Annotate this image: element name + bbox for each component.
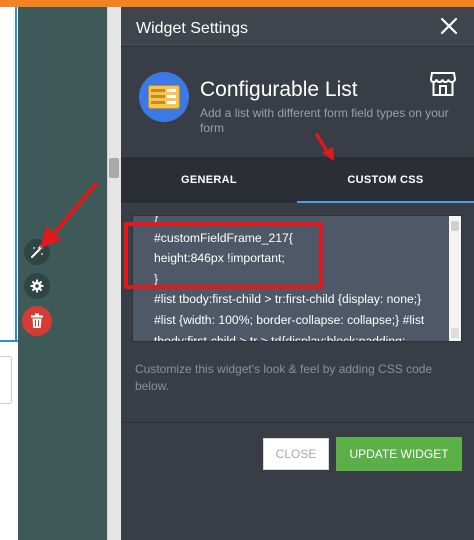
tab-custom-css[interactable]: CUSTOM CSS <box>297 157 474 203</box>
css-line: height:846px !important; <box>154 251 285 265</box>
css-line: #list tbody:first-child > tr:first-child… <box>154 292 422 306</box>
magic-wand-icon <box>31 245 43 258</box>
widget-wizard-button[interactable] <box>24 239 50 265</box>
update-widget-button[interactable]: UPDATE WIDGET <box>336 437 462 471</box>
css-line: tbody:first-child > tr > td{display:bloc… <box>154 334 406 342</box>
widget-name: Configurable List <box>200 78 358 101</box>
delete-widget-button[interactable] <box>22 306 52 336</box>
custom-css-textarea[interactable]: } #customFieldFrame_217{ height:846px !i… <box>132 215 462 342</box>
css-line: #list {width: 100%; border-collapse: col… <box>154 313 425 327</box>
form-field-edge[interactable] <box>0 356 12 404</box>
panel-header: Widget Settings <box>121 7 474 47</box>
selected-field-outline-bottom <box>0 340 18 342</box>
widget-avatar <box>139 72 189 122</box>
page-scrollbar[interactable] <box>107 7 121 540</box>
tab-general[interactable]: GENERAL <box>121 157 297 203</box>
close-button[interactable]: CLOSE <box>263 438 329 470</box>
css-line: #customFieldFrame_217{ <box>154 231 293 245</box>
page-scrollbar-thumb[interactable] <box>109 158 119 178</box>
editor-scrollbar[interactable] <box>449 216 461 341</box>
top-accent-bar <box>0 0 474 7</box>
selected-field-outline <box>15 7 17 340</box>
settings-tabs: GENERAL CUSTOM CSS <box>121 157 474 203</box>
widget-description: Add a list with different form field typ… <box>200 106 449 135</box>
footer-divider <box>121 422 474 423</box>
editor-resize-handle[interactable] <box>451 328 459 338</box>
css-line: } <box>154 272 159 286</box>
editor-scrollbar-thumb[interactable] <box>451 221 459 231</box>
store-icon[interactable] <box>430 70 456 98</box>
css-help-text: Customize this widget's look & feel by a… <box>135 362 433 393</box>
widget-settings-button[interactable] <box>24 273 50 299</box>
active-tab-indicator <box>297 201 474 203</box>
widget-settings-panel: Widget Settings Configurable List Add a … <box>121 7 474 540</box>
css-line: } <box>154 215 159 223</box>
list-widget-icon <box>148 85 180 109</box>
trash-icon <box>31 313 43 328</box>
close-icon[interactable] <box>438 15 460 37</box>
gear-icon <box>30 279 44 293</box>
panel-title: Widget Settings <box>136 20 249 37</box>
